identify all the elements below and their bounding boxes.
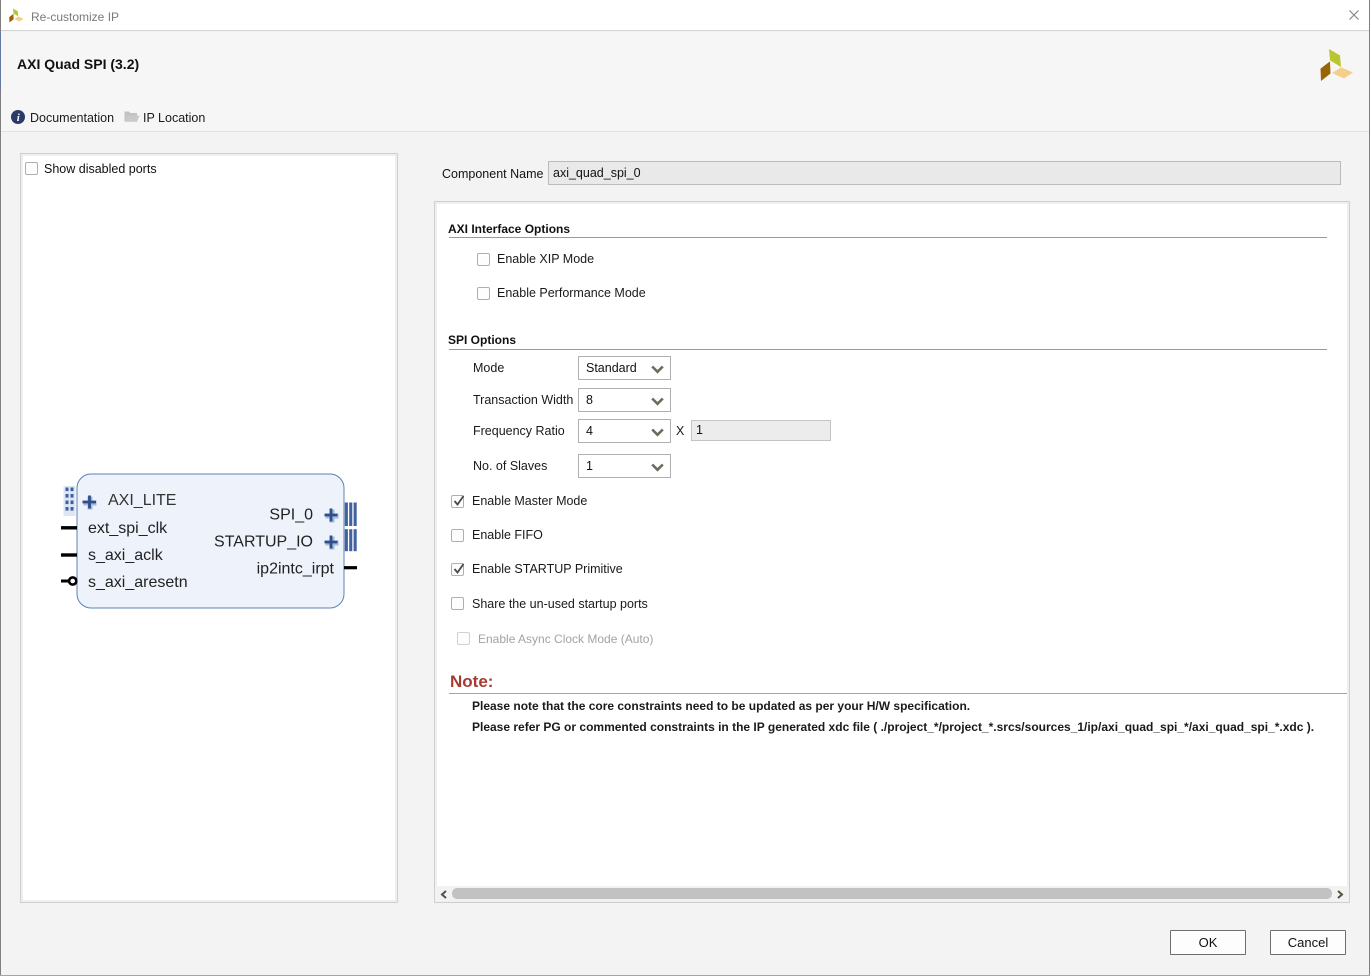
svg-text:ip2intc_irpt: ip2intc_irpt [257,561,335,578]
svg-text:s_axi_aclk: s_axi_aclk [88,547,164,564]
svg-text:ext_spi_clk: ext_spi_clk [88,520,168,537]
svg-text:STARTUP_IO: STARTUP_IO [214,534,313,551]
svg-text:AXI_LITE: AXI_LITE [108,492,176,509]
svg-text:s_axi_aresetn: s_axi_aresetn [88,574,188,591]
svg-text:SPI_0: SPI_0 [269,507,313,524]
